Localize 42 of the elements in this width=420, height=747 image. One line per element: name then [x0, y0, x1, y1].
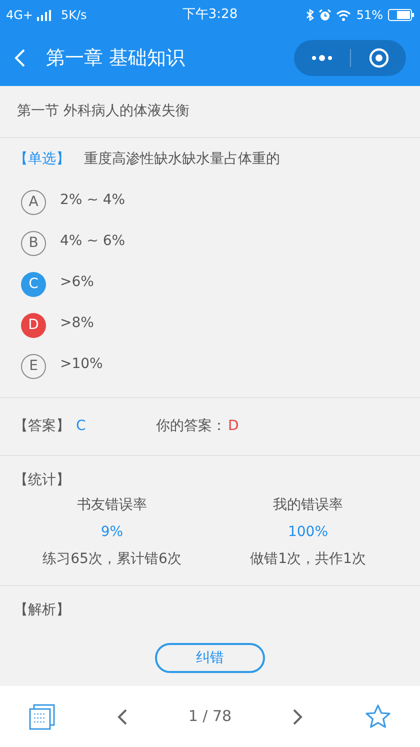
option-text[interactable]: >6%	[60, 272, 94, 293]
grid-pages-icon[interactable]	[29, 704, 55, 730]
battery-percent: 51%	[356, 7, 383, 24]
option-letter[interactable]: E	[21, 354, 46, 379]
page-title: 第一章 基础知识	[46, 46, 186, 71]
question-text: 重度高渗性缺水缺水量占体重的	[84, 150, 280, 169]
option-letter[interactable]: C	[21, 272, 46, 297]
stat-detail: 做错1次，共作1次	[250, 550, 366, 569]
section-title: 第一节 外科病人的体液失衡	[17, 102, 190, 121]
answer-label: 【答案】	[14, 417, 70, 436]
clock-time: 下午3:28	[181, 6, 239, 24]
correct-answer: C	[76, 417, 87, 436]
option-text[interactable]: >8%	[60, 313, 94, 334]
analysis-label: 【解析】	[14, 601, 71, 620]
option-text[interactable]: 2% ~ 4%	[60, 190, 126, 211]
stats-label: 【统计】	[14, 471, 71, 490]
previous-icon[interactable]	[116, 708, 128, 726]
report-error-button[interactable]: 纠错	[155, 643, 265, 673]
back-icon[interactable]	[14, 48, 26, 68]
battery-icon	[388, 9, 414, 21]
network-type: 4G+	[6, 7, 33, 24]
wifi-icon	[336, 10, 352, 20]
stat-value: 100%	[288, 523, 328, 542]
bluetooth-icon	[306, 9, 314, 21]
your-answer-label: 你的答案：	[156, 417, 226, 436]
network-speed: 5K/s	[61, 7, 87, 24]
option-text[interactable]: >10%	[60, 354, 103, 375]
alarm-clock-icon	[319, 9, 332, 21]
stat-title: 我的错误率	[273, 496, 343, 515]
next-icon[interactable]	[292, 708, 304, 726]
question-type: 【单选】	[14, 150, 70, 169]
option-letter[interactable]: D	[21, 313, 46, 338]
stat-detail: 练习65次，累计错6次	[42, 550, 182, 569]
option-text[interactable]: 4% ~ 6%	[60, 231, 126, 252]
stat-title: 书友错误率	[77, 496, 147, 515]
your-answer: D	[228, 417, 239, 436]
page-counter: 1 / 78	[188, 706, 232, 728]
option-letter[interactable]: B	[21, 231, 46, 256]
star-icon[interactable]	[364, 704, 391, 729]
option-letter[interactable]: A	[21, 190, 46, 215]
stat-value: 9%	[100, 523, 124, 542]
signal-icon	[37, 10, 51, 20]
